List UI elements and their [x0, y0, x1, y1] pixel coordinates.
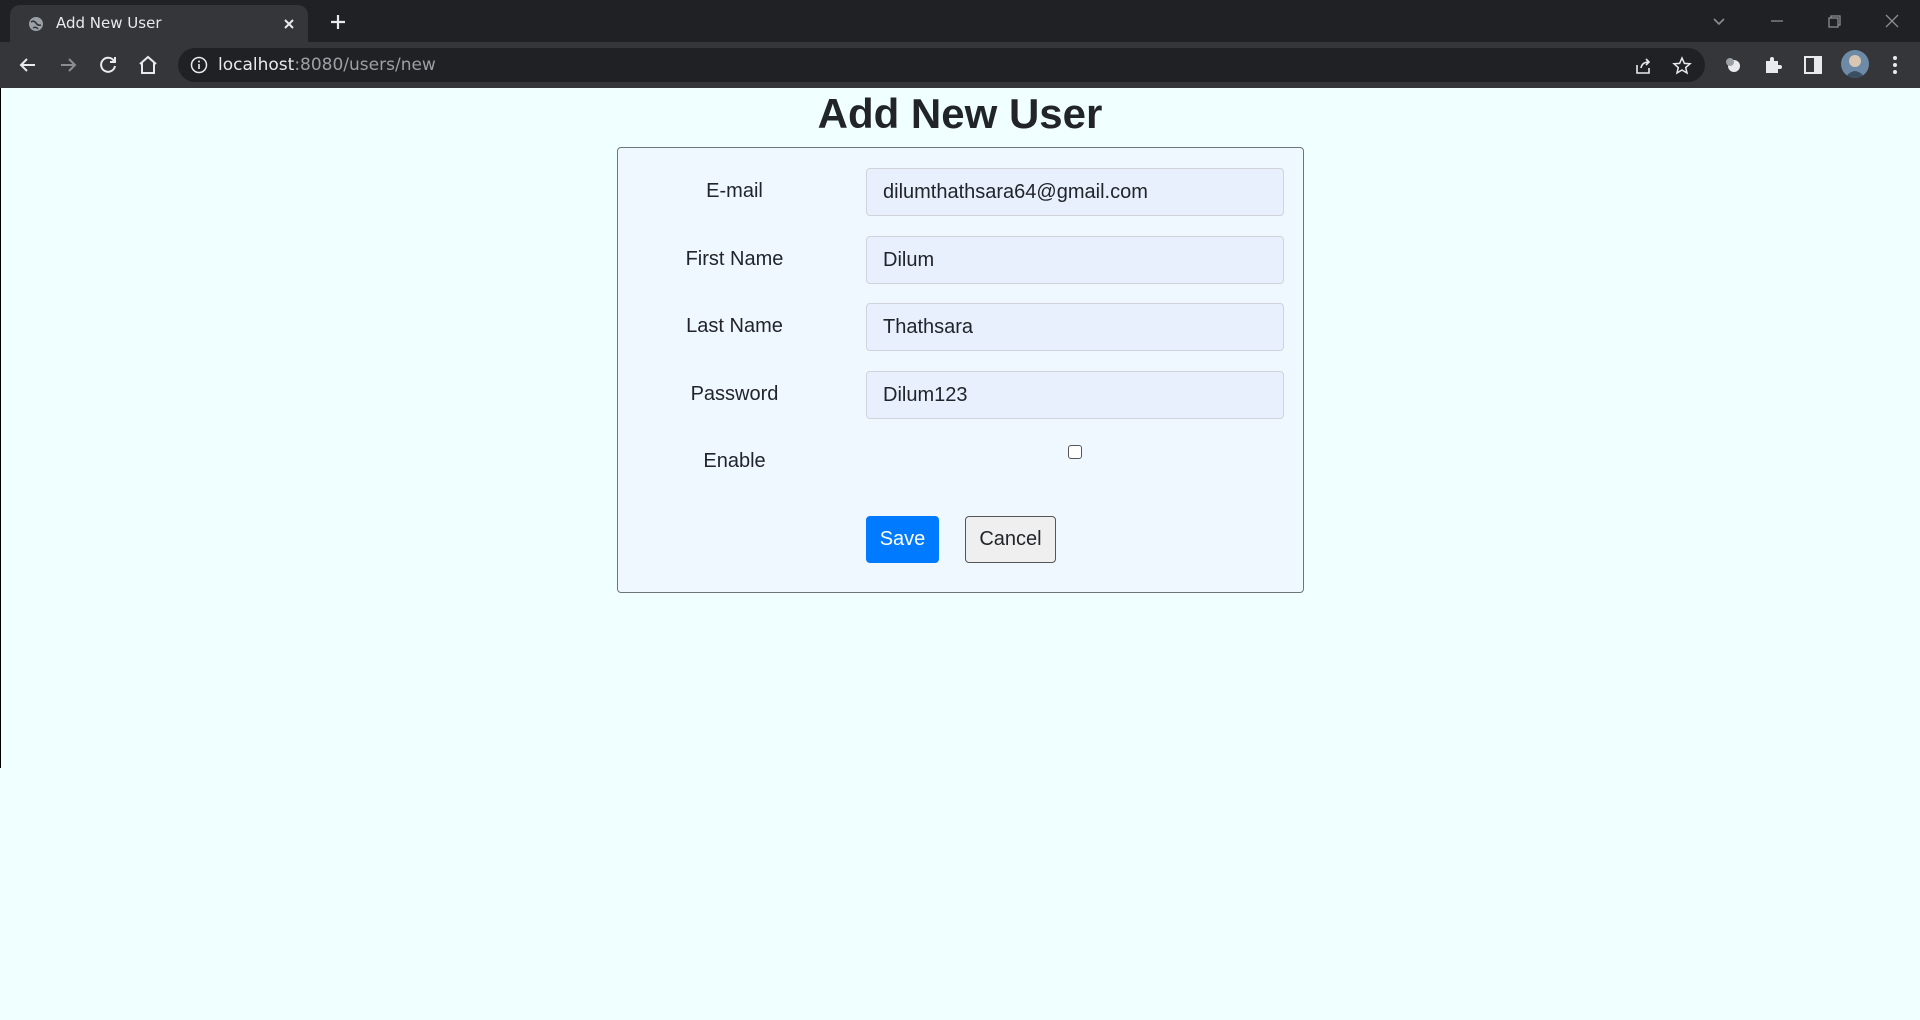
forward-arrow-icon[interactable] — [56, 53, 80, 77]
profile-avatar[interactable] — [1841, 50, 1869, 78]
extensions-puzzle-icon[interactable] — [1761, 53, 1785, 77]
email-field[interactable] — [866, 168, 1284, 216]
site-info-icon[interactable] — [190, 56, 208, 74]
first-name-field[interactable] — [866, 236, 1284, 284]
minimize-icon[interactable] — [1764, 8, 1790, 34]
browser-toolbar: localhost:8080/users/new — [0, 42, 1920, 88]
extension-icon[interactable] — [1721, 53, 1745, 77]
url-path: :8080/users/new — [294, 55, 436, 75]
side-panel-icon[interactable] — [1801, 53, 1825, 77]
email-label: E-mail — [706, 180, 763, 202]
menu-kebab-icon[interactable] — [1883, 53, 1907, 77]
close-tab-icon[interactable] — [280, 15, 298, 33]
url-text: localhost:8080/users/new — [218, 55, 436, 75]
back-arrow-icon[interactable] — [16, 53, 40, 77]
url-host: localhost — [218, 55, 295, 75]
password-label: Password — [690, 383, 779, 405]
password-field[interactable] — [866, 371, 1284, 419]
cancel-button[interactable]: Cancel — [965, 516, 1056, 563]
address-bar[interactable]: localhost:8080/users/new — [178, 48, 1705, 82]
close-window-icon[interactable] — [1879, 8, 1905, 34]
page-title: Add New User — [817, 90, 1103, 137]
new-tab-icon[interactable] — [326, 10, 350, 34]
bookmark-star-icon[interactable] — [1672, 56, 1692, 76]
share-icon[interactable] — [1633, 56, 1653, 76]
browser-tab[interactable]: Add New User — [10, 5, 308, 42]
last-name-label: Last Name — [686, 315, 783, 337]
tab-search-chevron-icon[interactable] — [1706, 8, 1732, 34]
enable-label: Enable — [703, 450, 766, 472]
home-icon[interactable] — [136, 53, 160, 77]
enable-checkbox[interactable] — [1068, 445, 1082, 459]
reload-icon[interactable] — [96, 53, 120, 77]
page-left-border — [0, 88, 1, 768]
add-user-form: E-mail First Name Last Name Password Ena… — [617, 147, 1304, 593]
tab-strip: Add New User — [0, 0, 1920, 42]
profile-icon — [1845, 55, 1865, 78]
last-name-field[interactable] — [866, 303, 1284, 351]
tab-title: Add New User — [56, 14, 162, 32]
globe-icon — [29, 17, 43, 31]
save-button[interactable]: Save — [866, 516, 939, 563]
restore-icon[interactable] — [1821, 8, 1847, 34]
first-name-label: First Name — [685, 248, 784, 270]
